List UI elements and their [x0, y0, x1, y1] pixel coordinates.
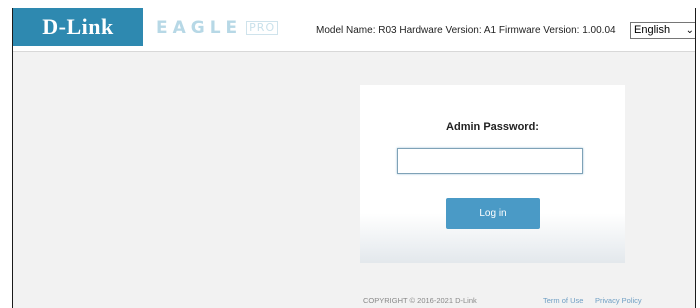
eagle-pro-brand: EAGLE PRO — [156, 17, 279, 39]
browser-frame: D-Link EAGLE PRO Model Name: R03 Hardwar… — [12, 8, 696, 308]
brand-suffix: PRO — [246, 21, 279, 35]
language-select[interactable]: English ⌄ — [630, 22, 695, 39]
header-bar: D-Link EAGLE PRO Model Name: R03 Hardwar… — [13, 8, 695, 52]
logo-text: D-Link — [42, 14, 114, 39]
model-info: Model Name: R03 Hardware Version: A1 Fir… — [316, 25, 616, 36]
brand-name: EAGLE — [156, 18, 243, 38]
privacy-policy-link[interactable]: Privacy Policy — [595, 296, 642, 305]
language-value: English — [634, 24, 671, 36]
chevron-down-icon: ⌄ — [685, 25, 694, 36]
login-button[interactable]: Log in — [446, 198, 540, 229]
password-label: Admin Password: — [446, 121, 539, 133]
dlink-logo: D-Link — [13, 8, 143, 46]
login-card: Admin Password: Log in — [360, 85, 625, 263]
term-of-use-link[interactable]: Term of Use — [543, 296, 583, 305]
copyright-text: COPYRIGHT © 2016-2021 D-Link — [363, 296, 477, 305]
footer: COPYRIGHT © 2016-2021 D-Link Term of Use… — [13, 294, 695, 308]
password-input[interactable] — [397, 148, 583, 174]
